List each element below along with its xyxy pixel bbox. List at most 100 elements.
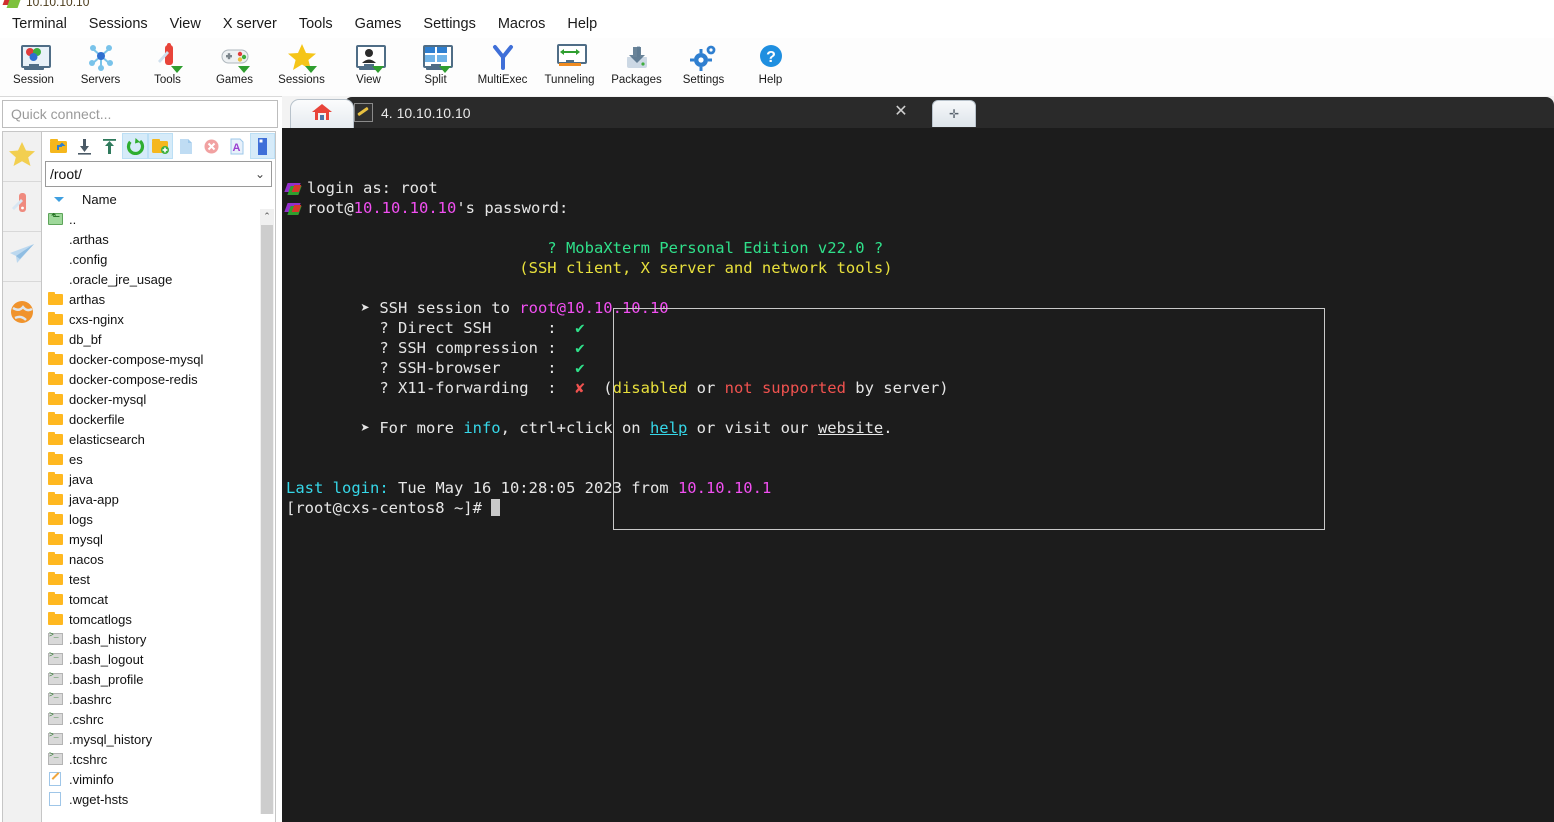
- file-list-item[interactable]: ..: [48, 209, 275, 229]
- menu-item-terminal[interactable]: Terminal: [2, 13, 77, 35]
- file-list-scrollbar[interactable]: ⌃: [260, 209, 274, 814]
- new-folder-icon[interactable]: [147, 133, 174, 159]
- file-list-item[interactable]: logs: [48, 509, 275, 529]
- file-list[interactable]: .. .arthas .config .oracle_jre_usagearthas c…: [42, 209, 275, 814]
- file-list-item[interactable]: tomcatlogs: [48, 609, 275, 629]
- file-list-item[interactable]: db_bf: [48, 329, 275, 349]
- file-list-item[interactable]: java: [48, 469, 275, 489]
- menu-item-tools[interactable]: Tools: [289, 13, 343, 35]
- tab-session[interactable]: 4. 10.10.10.10: [344, 97, 864, 128]
- toolbar-label-tools: Tools: [154, 74, 181, 86]
- menu-item-x-server[interactable]: X server: [213, 13, 287, 35]
- scroll-up-icon[interactable]: ⌃: [260, 209, 274, 224]
- file-list-item[interactable]: java-app: [48, 489, 275, 509]
- toolbar-button-split[interactable]: Split: [402, 38, 469, 97]
- file-list-item[interactable]: .bash_profile: [48, 669, 275, 689]
- terminal-link[interactable]: help: [650, 419, 687, 437]
- file-list-item[interactable]: docker-compose-mysql: [48, 349, 275, 369]
- file-list-item[interactable]: docker-mysql: [48, 389, 275, 409]
- toolbar-button-games[interactable]: Games: [201, 38, 268, 97]
- file-list-item[interactable]: .arthas: [48, 229, 275, 249]
- file-list-item[interactable]: tomcat: [48, 589, 275, 609]
- file-list-item[interactable]: .tcshrc: [48, 749, 275, 769]
- folder-icon: [48, 452, 64, 466]
- upload-icon[interactable]: [97, 133, 122, 159]
- terminal-output[interactable]: login as: root root@10.10.10.10's passwor…: [282, 128, 1554, 822]
- file-list-item[interactable]: .mysql_history: [48, 729, 275, 749]
- file-list-item-label: .mysql_history: [69, 731, 153, 747]
- menu-item-games[interactable]: Games: [345, 13, 412, 35]
- file-list-item[interactable]: .bashrc: [48, 689, 275, 709]
- tab-close-button[interactable]: ✕: [890, 100, 912, 122]
- file-list-item[interactable]: [48, 809, 275, 814]
- sidebar-item-favorites[interactable]: [3, 132, 41, 182]
- terminal-text: ➤ For more: [286, 419, 464, 437]
- menu-item-sessions[interactable]: Sessions: [79, 13, 158, 35]
- session-icon: [18, 41, 51, 73]
- scrollbar-thumb[interactable]: [261, 225, 273, 814]
- toolbar-button-packages[interactable]: Packages: [603, 38, 670, 97]
- tools-icon: [152, 41, 184, 73]
- follow-terminal-icon[interactable]: [249, 133, 276, 159]
- column-header-name[interactable]: Name: [42, 189, 275, 209]
- folder-icon: [48, 412, 64, 426]
- toolbar-label-help: Help: [758, 74, 783, 86]
- file-list-item[interactable]: .config: [48, 249, 275, 269]
- sidebar-item-tools[interactable]: [3, 182, 41, 232]
- file-list-item[interactable]: .oracle_jre_usage: [48, 269, 275, 289]
- file-list-item[interactable]: .bash_logout: [48, 649, 275, 669]
- toolbar-button-help[interactable]: ? Help: [737, 38, 804, 97]
- file-list-item-label: docker-compose-mysql: [69, 351, 204, 367]
- file-list-item[interactable]: cxs-nginx: [48, 309, 275, 329]
- refresh-icon[interactable]: [122, 133, 148, 159]
- path-combobox[interactable]: /root/ ⌄: [45, 161, 272, 187]
- sidebar-item-globe[interactable]: [3, 290, 41, 339]
- file-list-item[interactable]: dockerfile: [48, 409, 275, 429]
- file-list-item[interactable]: docker-compose-redis: [48, 369, 275, 389]
- toolbar-button-view[interactable]: View: [335, 38, 402, 97]
- file-list-item[interactable]: elasticsearch: [48, 429, 275, 449]
- file-list-item-label: tomcatlogs: [69, 611, 132, 627]
- file-list-item-label: .cshrc: [69, 711, 104, 727]
- file-list-item[interactable]: es: [48, 449, 275, 469]
- title-bar: 10.10.10.10: [0, 0, 1554, 10]
- menu-item-macros[interactable]: Macros: [488, 13, 556, 35]
- sidebar-item-sftp-send[interactable]: [3, 232, 41, 282]
- download-icon[interactable]: [71, 133, 96, 159]
- file-list-item-label: java-app: [69, 491, 119, 507]
- rename-icon[interactable]: A: [224, 133, 249, 159]
- parent-folder-icon[interactable]: [46, 133, 71, 159]
- toolbar-button-tools[interactable]: Tools: [134, 38, 201, 97]
- chevron-down-icon[interactable]: ⌄: [255, 167, 271, 181]
- file-list-item-label: mysql: [69, 531, 103, 547]
- menu-item-view[interactable]: View: [160, 13, 211, 35]
- menu-item-help[interactable]: Help: [557, 13, 607, 35]
- toolbar-button-settings[interactable]: Settings: [670, 38, 737, 97]
- file-list-item[interactable]: mysql: [48, 529, 275, 549]
- toolbar-button-multiexec[interactable]: MultiExec: [469, 38, 536, 97]
- terminal-text: info: [463, 419, 501, 437]
- toolbar-button-servers[interactable]: Servers: [67, 38, 134, 97]
- file-list-item[interactable]: .viminfo: [48, 769, 275, 789]
- new-tab-button[interactable]: ✛: [932, 100, 976, 127]
- file-list-item[interactable]: .wget-hsts: [48, 789, 275, 809]
- file-list-item[interactable]: .cshrc: [48, 709, 275, 729]
- toolbar-button-session[interactable]: Session: [0, 38, 67, 97]
- folder-icon: [48, 312, 64, 326]
- toolbar-label-settings: Settings: [682, 74, 725, 86]
- terminal-link[interactable]: website: [818, 419, 883, 437]
- terminal-cursor: [491, 499, 501, 516]
- new-file-icon[interactable]: [173, 133, 198, 159]
- folder-icon: [48, 392, 64, 406]
- file-list-item[interactable]: .bash_history: [48, 629, 275, 649]
- column-header-label: Name: [82, 191, 117, 207]
- file-list-item[interactable]: nacos: [48, 549, 275, 569]
- quick-connect-input[interactable]: Quick connect...: [2, 100, 278, 128]
- delete-icon[interactable]: [199, 133, 224, 159]
- file-list-item[interactable]: arthas: [48, 289, 275, 309]
- toolbar-button-tunneling[interactable]: Tunneling: [536, 38, 603, 97]
- terminal-text: ✔: [575, 359, 585, 377]
- toolbar-button-sessions[interactable]: Sessions: [268, 38, 335, 97]
- file-list-item[interactable]: test: [48, 569, 275, 589]
- menu-item-settings[interactable]: Settings: [413, 13, 485, 35]
